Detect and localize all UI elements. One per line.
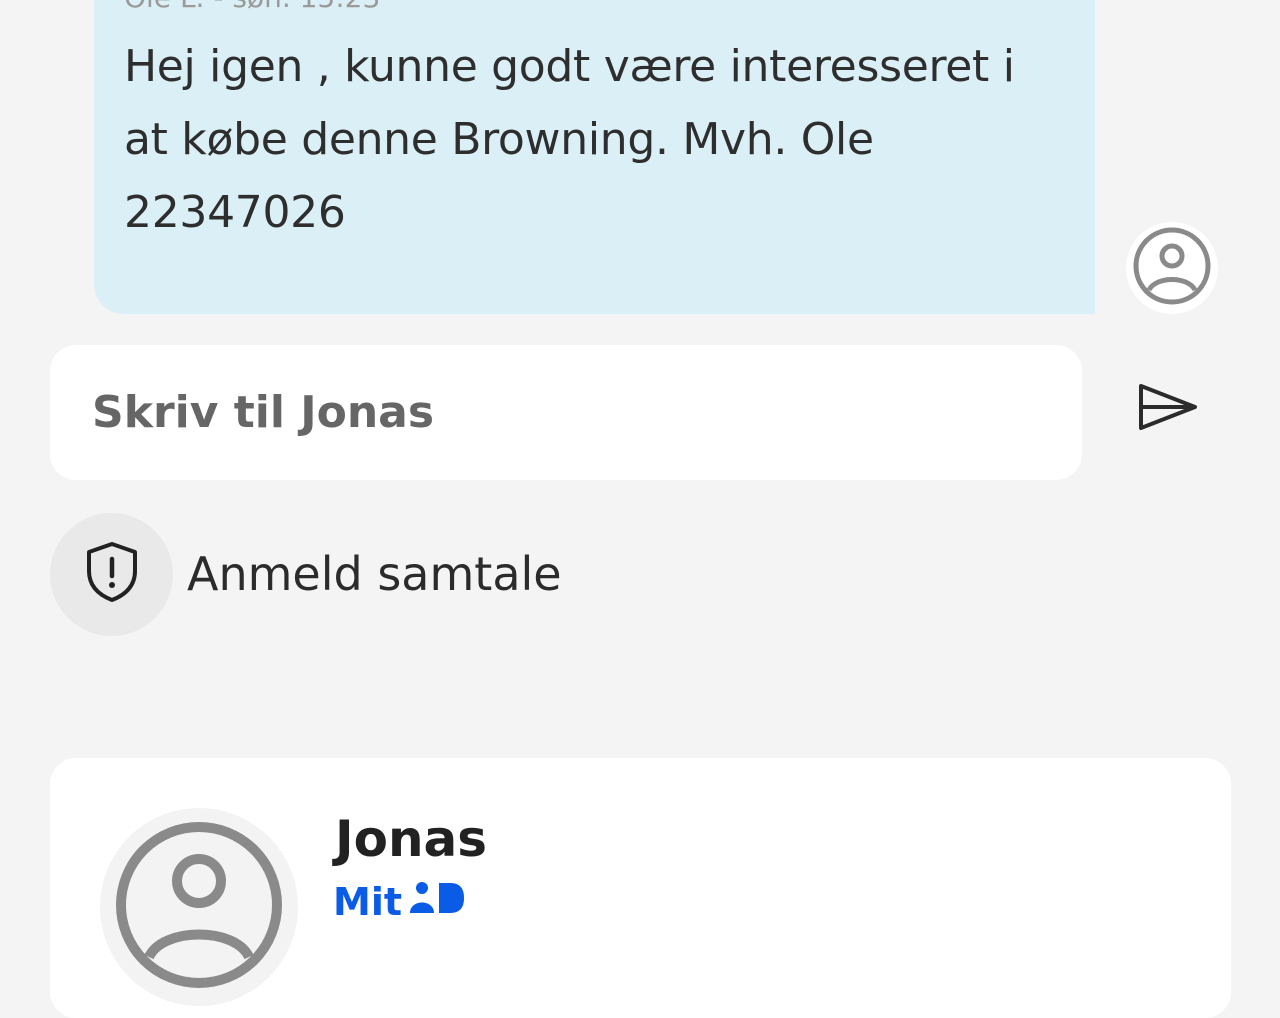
mitid-logo-icon [402,880,466,924]
send-button[interactable] [1132,377,1204,441]
report-label: Anmeld samtale [187,547,562,601]
send-icon [1137,382,1199,436]
profile-avatar[interactable] [100,808,298,1006]
mitid-label: Mit [333,880,403,924]
shield-alert-icon [85,541,139,607]
report-conversation-button[interactable]: Anmeld samtale [50,512,562,636]
message-input[interactable] [90,386,1082,439]
message-text: Hej igen , kunne godt være interesseret … [124,41,1015,238]
profile-name: Jonas [335,810,488,868]
message-meta: Ole L. - søn. 15:23 [124,0,380,12]
mitid-badge: Mit [333,880,466,924]
report-icon-container [50,512,173,636]
seller-profile-card: Jonas Mit [50,758,1231,1018]
user-circle-icon [1132,226,1212,310]
sender-avatar[interactable] [1126,222,1218,314]
message-composer [50,345,1082,480]
user-circle-icon [113,819,285,995]
